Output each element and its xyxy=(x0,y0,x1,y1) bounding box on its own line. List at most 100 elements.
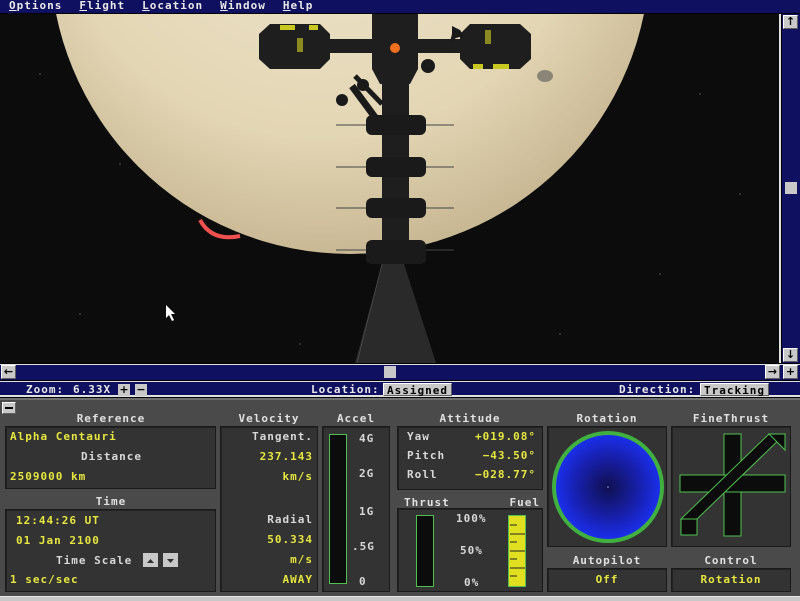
menu-options-rest: ptions xyxy=(16,0,63,12)
menu-location-hotkey: L xyxy=(142,0,150,12)
time-heading-text: Time xyxy=(95,495,127,508)
triangle-up-icon xyxy=(147,559,154,563)
yaw-label: Yaw xyxy=(407,430,430,443)
tangent-unit: km/s xyxy=(282,470,313,483)
roll-label: Roll xyxy=(407,468,438,481)
distance-value: 2509000 km xyxy=(10,470,87,483)
zoom-label: Zoom: xyxy=(26,383,65,396)
yaw-value: +019.08° xyxy=(475,430,536,443)
zoom-in-button[interactable]: + xyxy=(118,384,130,396)
tangent-label: Tangent. xyxy=(252,430,313,443)
vertical-scroll-thumb[interactable] xyxy=(785,182,797,194)
attitude-heading: Attitude xyxy=(397,412,543,425)
accel-tick-2g: 2G xyxy=(359,467,375,480)
location-button[interactable]: Assigned xyxy=(383,383,452,397)
station-pod-right xyxy=(460,24,531,69)
time-clock: 12:44:26 UT xyxy=(16,514,100,527)
attitude-heading-text: Attitude xyxy=(439,412,501,425)
fuel-scale-ticks xyxy=(510,524,525,577)
control-panel: Reference Alpha Centauri Distance 250900… xyxy=(0,398,800,601)
fuel-gauge xyxy=(508,515,526,587)
control-heading: Control xyxy=(671,554,791,567)
time-scale-up-button[interactable] xyxy=(143,553,158,567)
menu-help-rest: elp xyxy=(290,0,314,12)
direction-label: Direction: xyxy=(619,383,696,396)
roll-value: −028.77° xyxy=(475,468,536,481)
direction-button[interactable]: Tracking xyxy=(700,383,769,397)
pitch-value: −43.50° xyxy=(482,449,536,462)
scroll-right-button[interactable]: → xyxy=(765,365,780,379)
radial-unit: m/s xyxy=(290,553,313,566)
time-heading: Time xyxy=(6,495,216,508)
time-scale-label: Time Scale xyxy=(56,554,133,567)
menu-flight-rest: light xyxy=(87,0,126,12)
attitude-box: Yaw +019.08° Pitch −43.50° Roll −028.77° xyxy=(397,426,543,490)
rotation-center-dot xyxy=(607,486,609,488)
rotation-box[interactable] xyxy=(547,426,667,547)
rotation-ball[interactable] xyxy=(548,427,668,548)
menu-help[interactable]: Help xyxy=(274,0,322,13)
accel-tick-halfg: .5G xyxy=(352,540,375,553)
menu-window[interactable]: Window xyxy=(211,0,274,13)
radial-value: 50.334 xyxy=(267,533,313,546)
tangent-value: 237.143 xyxy=(259,450,313,463)
reference-heading-text: Reference xyxy=(76,412,146,425)
time-scale-value: 1 sec/sec xyxy=(10,573,79,586)
location-label: Location: xyxy=(311,383,380,396)
thrust-fuel-box: 100% 50% 0% xyxy=(397,508,543,592)
time-scale-down-button[interactable] xyxy=(163,553,178,567)
horizontal-scrollbar[interactable]: ← → + xyxy=(0,364,800,380)
pitch-label: Pitch xyxy=(407,449,446,462)
menu-window-hotkey: W xyxy=(220,0,228,12)
reference-heading: Reference xyxy=(6,412,216,425)
station-pod-left xyxy=(259,24,330,69)
scroll-corner-button[interactable]: + xyxy=(783,365,798,379)
zoom-out-button[interactable]: − xyxy=(135,384,147,396)
rotation-heading-text: Rotation xyxy=(576,412,638,425)
zoom-value: 6.33X xyxy=(73,383,112,396)
menu-flight[interactable]: Flight xyxy=(70,0,133,13)
window-bottom-border xyxy=(0,596,800,601)
accel-heading: Accel xyxy=(322,412,390,425)
rotation-heading: Rotation xyxy=(547,412,667,425)
control-heading-text: Control xyxy=(704,554,758,567)
control-button[interactable]: Rotation xyxy=(671,568,791,592)
time-box: 12:44:26 UT 01 Jan 2100 Time Scale 1 sec… xyxy=(5,509,216,592)
velocity-heading-text: Velocity xyxy=(238,412,300,425)
accel-gauge xyxy=(329,434,347,584)
horizontal-scroll-thumb[interactable] xyxy=(384,366,396,378)
thrust-gauge[interactable] xyxy=(416,515,434,587)
menu-location[interactable]: Location xyxy=(133,0,211,13)
accel-tick-0: 0 xyxy=(359,575,367,588)
finethrust-cross[interactable] xyxy=(672,427,792,548)
autopilot-button[interactable]: Off xyxy=(547,568,667,592)
vertical-scrollbar[interactable]: ↑ ↓ xyxy=(782,14,800,363)
triangle-down-icon xyxy=(167,559,174,563)
thrust-tick-100: 100% xyxy=(456,512,487,525)
station-beacon xyxy=(390,43,400,53)
autopilot-heading-text: Autopilot xyxy=(572,554,642,567)
accel-tick-1g: 1G xyxy=(359,505,375,518)
menu-bar: Options Flight Location Window Help xyxy=(0,0,800,13)
finethrust-box[interactable] xyxy=(671,426,791,547)
reference-box[interactable]: Alpha Centauri Distance 2509000 km xyxy=(5,426,216,489)
reference-target: Alpha Centauri xyxy=(10,430,117,443)
time-date: 01 Jan 2100 xyxy=(16,534,100,547)
menu-window-rest: indow xyxy=(227,0,266,12)
scroll-down-button[interactable]: ↓ xyxy=(783,348,798,362)
distance-label: Distance xyxy=(81,450,142,463)
mouse-cursor xyxy=(166,305,175,321)
velocity-heading: Velocity xyxy=(220,412,318,425)
radial-label: Radial xyxy=(267,513,313,526)
radial-direction: AWAY xyxy=(282,573,313,586)
finethrust-heading-text: FineThrust xyxy=(692,412,770,425)
space-viewport[interactable]: Slew xyxy=(0,14,781,363)
scene-render xyxy=(39,14,741,363)
scroll-left-button[interactable]: ← xyxy=(1,365,16,379)
status-bar: Zoom: 6.33X + − Location: Assigned Direc… xyxy=(0,381,800,397)
scroll-up-button[interactable]: ↑ xyxy=(783,15,798,29)
menu-options[interactable]: Options xyxy=(0,0,70,13)
accel-heading-text: Accel xyxy=(336,412,376,425)
finethrust-heading: FineThrust xyxy=(671,412,791,425)
thrust-tick-0: 0% xyxy=(464,576,480,589)
